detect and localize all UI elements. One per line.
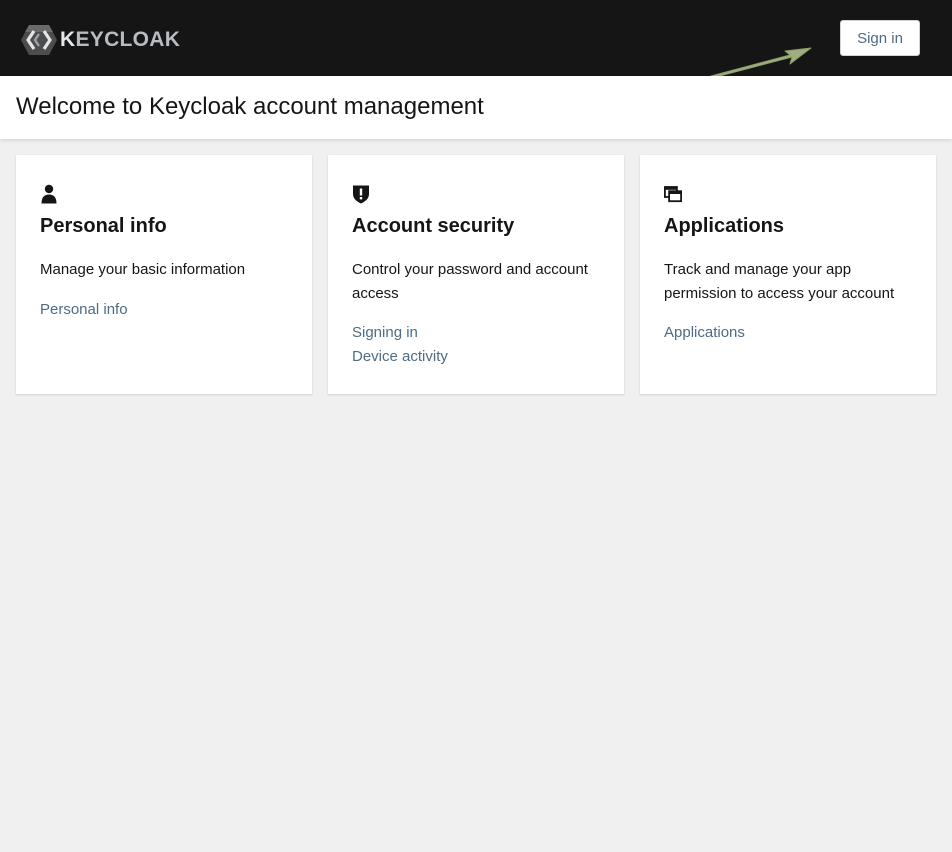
card-links: Applications xyxy=(664,321,745,345)
masthead: KEYCLOAK Sign in xyxy=(0,0,952,79)
card-title: Personal info xyxy=(40,215,167,237)
user-icon xyxy=(41,184,57,204)
card-applications: Applications Track and manage your app p… xyxy=(640,155,936,394)
personal-info-link[interactable]: Personal info xyxy=(40,298,128,322)
card-title: Applications xyxy=(664,215,785,237)
applications-link[interactable]: Applications xyxy=(664,321,745,345)
brand-logo[interactable]: KEYCLOAK xyxy=(20,24,180,56)
signing-in-link[interactable]: Signing in xyxy=(352,321,418,345)
card-title: Account security xyxy=(352,215,515,237)
page-header: Welcome to Keycloak account management xyxy=(0,76,952,139)
card-personal-info: Personal info Manage your basic informat… xyxy=(16,155,312,394)
card-account-security: Account security Control your password a… xyxy=(328,155,624,394)
card-description: Track and manage your app permission to … xyxy=(664,261,895,302)
card-links: Personal info xyxy=(40,298,128,322)
card-links: Signing in Device activity xyxy=(352,321,448,369)
brand-wordmark: KEYCLOAK xyxy=(60,28,181,51)
keycloak-logo-icon xyxy=(21,25,57,55)
page-title: Welcome to Keycloak account management xyxy=(16,93,484,120)
applications-icon xyxy=(664,186,682,203)
device-activity-link[interactable]: Device activity xyxy=(352,345,448,369)
card-description: Manage your basic information xyxy=(40,261,246,278)
sign-in-button[interactable]: Sign in xyxy=(840,20,920,56)
shield-icon xyxy=(353,185,369,204)
card-description: Control your password and account access xyxy=(352,261,588,302)
